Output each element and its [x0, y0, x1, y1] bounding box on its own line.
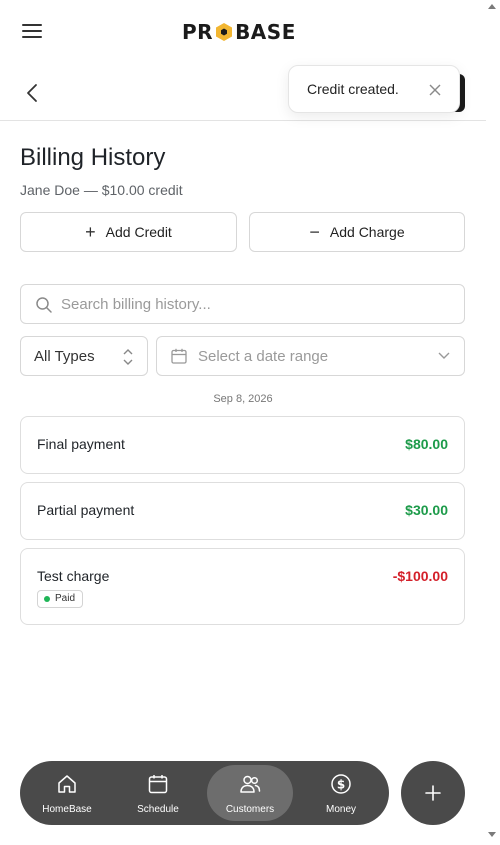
search-icon	[36, 297, 52, 313]
nav-label: Money	[325, 804, 356, 815]
bottom-navigation: HomeBase Schedule Customers $ Money	[20, 761, 389, 825]
add-fab-button[interactable]	[401, 761, 465, 825]
date-range-placeholder: Select a date range	[198, 348, 329, 365]
plus-icon	[425, 785, 441, 801]
status-badge-label: Paid	[55, 593, 76, 604]
toast-notification: Credit created.	[288, 65, 460, 113]
add-charge-button[interactable]: − Add Charge	[249, 212, 465, 252]
search-box	[20, 284, 465, 324]
calendar-icon	[148, 775, 168, 794]
scrollbar[interactable]	[486, 0, 500, 845]
nav-item-money[interactable]: $ Money	[298, 765, 384, 821]
entry-name: Final payment	[37, 436, 125, 452]
minus-icon: −	[309, 222, 320, 242]
plus-icon: +	[85, 222, 96, 242]
chevron-left-icon[interactable]	[22, 82, 42, 104]
add-credit-button[interactable]: + Add Credit	[20, 212, 237, 252]
top-bar: PR BASE	[0, 0, 486, 62]
nav-item-homebase[interactable]: HomeBase	[24, 765, 110, 821]
svg-text:$: $	[337, 778, 345, 792]
users-icon	[240, 775, 261, 793]
add-credit-label: Add Credit	[105, 224, 172, 240]
date-range-select[interactable]: Select a date range	[156, 336, 465, 376]
type-filter-value: All Types	[34, 348, 95, 365]
entry-amount: -$100.00	[392, 568, 448, 584]
logo: PR BASE	[182, 18, 296, 46]
logo-text-left: PR	[182, 20, 214, 44]
status-dot	[44, 596, 50, 602]
entry-name: Partial payment	[37, 502, 135, 518]
app-screen: PR BASE Credit created. Billing History …	[0, 0, 486, 845]
search-input[interactable]	[61, 285, 456, 323]
date-group-label: Sep 8, 2026	[213, 393, 273, 405]
scroll-up-arrow-icon[interactable]	[488, 4, 496, 9]
chevron-down-icon	[438, 352, 450, 359]
nav-item-schedule[interactable]: Schedule	[115, 765, 201, 821]
entry-amount: $30.00	[405, 502, 448, 518]
close-icon[interactable]	[429, 83, 441, 96]
nav-item-customers[interactable]: Customers	[207, 765, 293, 821]
billing-entry[interactable]: Test charge -$100.00 Paid	[20, 548, 465, 625]
logo-hexagon-icon	[216, 23, 233, 41]
chevron-up-down-icon	[123, 349, 133, 365]
page-title: Billing History	[20, 144, 166, 171]
dollar-circle-icon: $	[331, 774, 351, 794]
hamburger-icon[interactable]	[22, 24, 42, 40]
entry-amount: $80.00	[405, 436, 448, 452]
toast-message: Credit created.	[307, 81, 399, 97]
billing-entry[interactable]: Partial payment $30.00	[20, 482, 465, 540]
home-icon	[58, 775, 76, 793]
nav-label: Customers	[225, 804, 275, 815]
entry-name: Test charge	[37, 568, 110, 584]
nav-label: Schedule	[137, 804, 179, 815]
scroll-down-arrow-icon[interactable]	[488, 832, 496, 837]
status-badge: Paid	[37, 590, 84, 608]
page-subtitle: Jane Doe — $10.00 credit	[20, 182, 183, 198]
billing-entry[interactable]: Final payment $80.00	[20, 416, 465, 474]
logo-text-right: BASE	[235, 20, 296, 44]
add-charge-label: Add Charge	[329, 224, 405, 240]
calendar-icon	[171, 348, 187, 364]
type-filter-select[interactable]: All Types	[20, 336, 148, 376]
nav-label: HomeBase	[42, 804, 92, 815]
